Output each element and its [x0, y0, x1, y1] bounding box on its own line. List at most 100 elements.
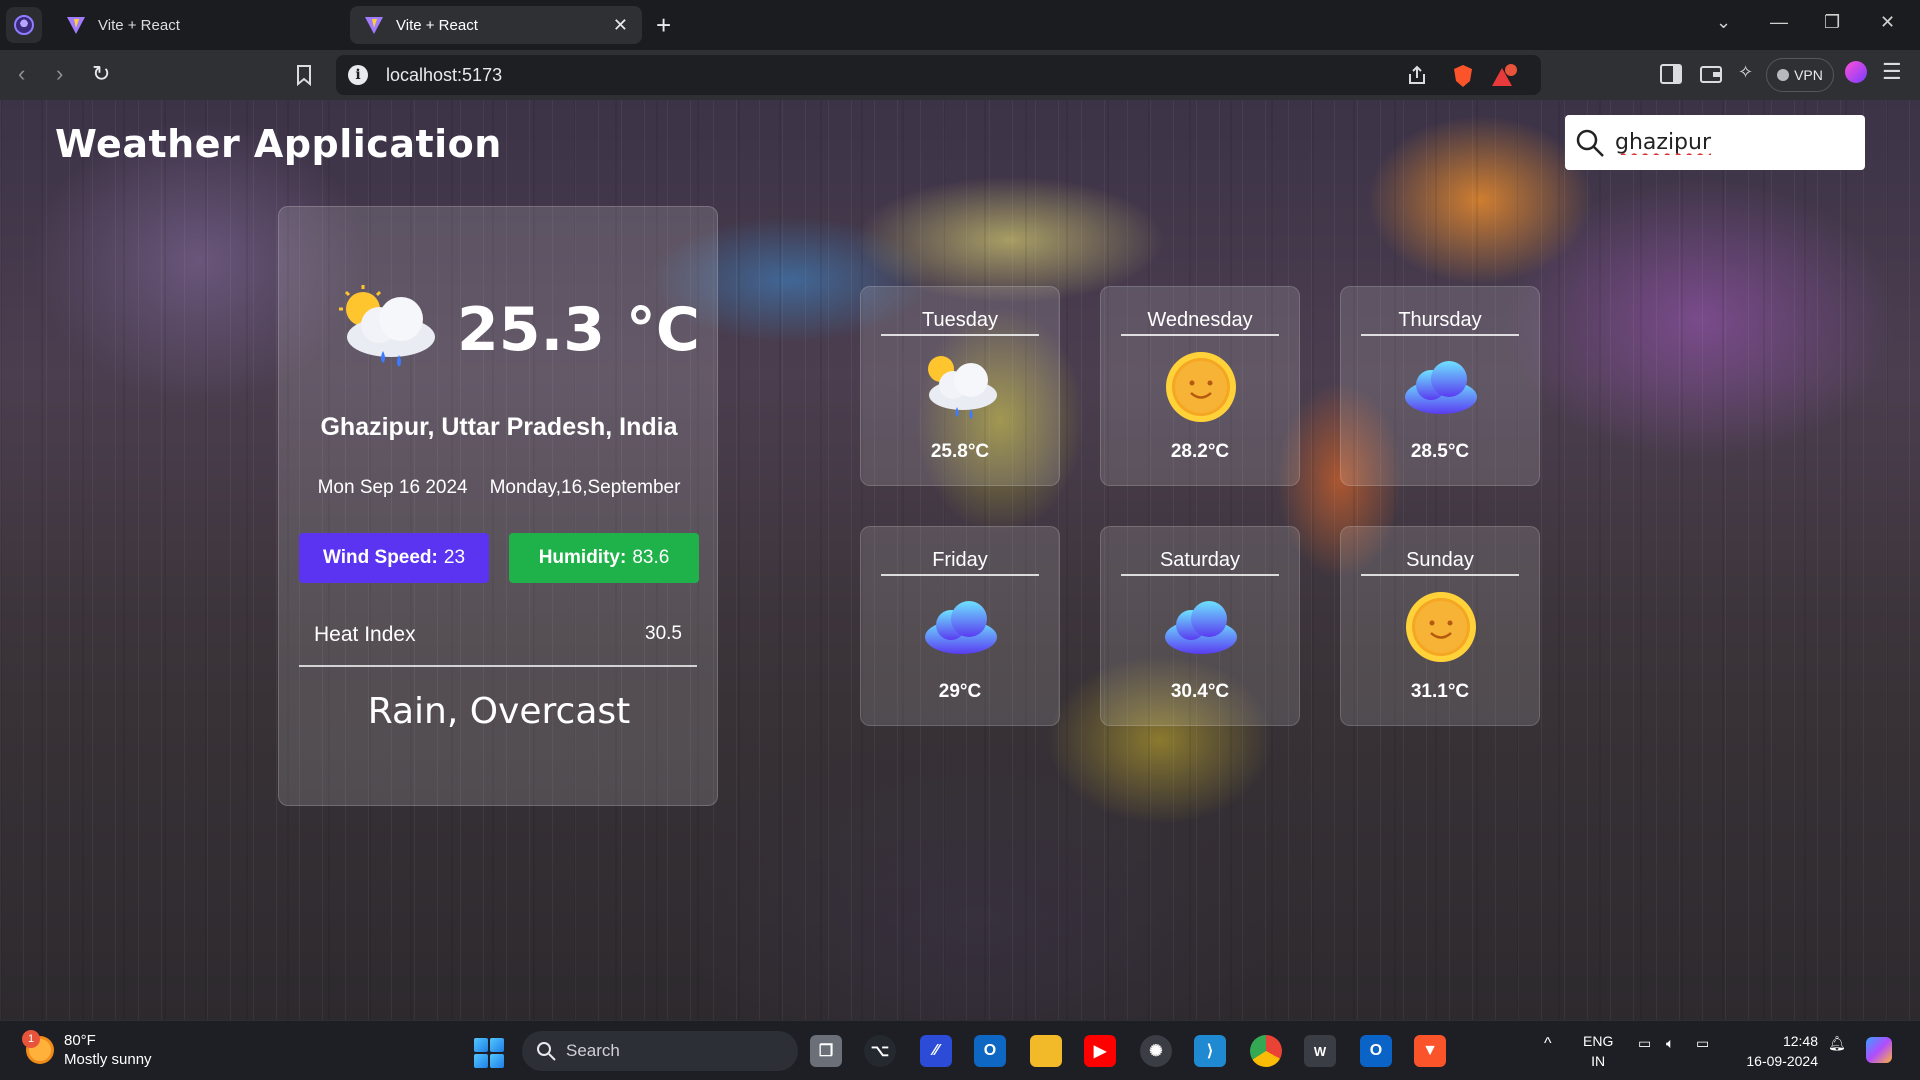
word-icon[interactable]: W	[1304, 1035, 1336, 1067]
volume-icon[interactable]: 🔈︎	[1666, 1035, 1674, 1052]
wind-speed-value: 23	[443, 547, 466, 568]
minimize-button[interactable]: —	[1770, 12, 1788, 33]
sun-cloud-rain-icon	[928, 356, 997, 419]
taskbar-weather-temp: 80°F	[64, 1032, 96, 1049]
brave-rewards-icon[interactable]	[1490, 64, 1518, 88]
forecast-card-tuesday: Tuesday 25.8°C	[860, 286, 1060, 486]
browser-toolbar: ‹ › ↻ i localhost:5173 ✧ VPN ☰	[0, 50, 1920, 100]
wind-speed-label: Wind Speed:	[322, 547, 438, 568]
weather-badge: 1	[22, 1030, 40, 1048]
site-info-icon[interactable]: i	[348, 65, 368, 85]
leo-ai-icon[interactable]: ✧	[1738, 62, 1753, 83]
forecast-card-friday: Friday 29°C	[860, 526, 1060, 726]
chrome-icon[interactable]	[1250, 1035, 1282, 1067]
brave-shields-icon[interactable]	[1452, 64, 1474, 88]
forecast-day: Friday	[881, 549, 1039, 576]
taskbar-weather-desc: Mostly sunny	[64, 1051, 152, 1068]
lang-bottom: IN	[1591, 1053, 1606, 1069]
date-short: Mon Sep 16 2024	[317, 477, 468, 498]
heat-index-value: 30.5	[645, 623, 682, 644]
battery-icon[interactable]: ▭	[1696, 1035, 1709, 1052]
search-icon[interactable]	[1575, 128, 1605, 158]
vpn-button[interactable]: VPN	[1766, 58, 1834, 92]
youtube-icon[interactable]: ▶	[1084, 1035, 1116, 1067]
sun-icon	[1406, 592, 1476, 662]
tab-list-chevron-icon[interactable]: ⌄	[1716, 12, 1731, 33]
windows-start-icon[interactable]	[474, 1038, 504, 1068]
forecast-day: Thursday	[1361, 309, 1519, 336]
vpn-label: VPN	[1794, 67, 1823, 83]
vscode-icon[interactable]: ⟩	[1194, 1035, 1226, 1067]
reload-button[interactable]: ↻	[92, 62, 110, 86]
search-icon	[537, 1042, 556, 1061]
cloud-icon	[1405, 361, 1477, 414]
wind-speed-badge: Wind Speed: 23	[299, 533, 489, 583]
heat-index-label: Heat Index	[314, 623, 416, 646]
humidity-label: Humidity:	[538, 547, 627, 568]
address-bar[interactable]: i localhost:5173	[336, 55, 1541, 95]
city-search-input[interactable]	[1615, 130, 1845, 155]
profile-button[interactable]	[6, 7, 42, 43]
bookmark-icon[interactable]	[296, 64, 312, 86]
vite-favicon-icon	[365, 17, 383, 34]
restore-button[interactable]: ❐	[1824, 12, 1840, 33]
vpn-status-icon	[1777, 69, 1790, 81]
taskbar-weather-widget[interactable]: 1 80°F Mostly sunny	[22, 1030, 152, 1069]
forecast-temp: 29°C	[938, 681, 982, 702]
forecast-temp: 28.2°C	[1170, 441, 1230, 462]
new-tab-button[interactable]: +	[656, 10, 671, 40]
notification-bell-icon[interactable]: 🔔︎	[1828, 1035, 1846, 1052]
profile-avatar-icon	[14, 15, 34, 35]
taskbar-search[interactable]: Search	[522, 1031, 798, 1071]
sun-icon	[1166, 352, 1236, 422]
current-weather-card: 25.3 °C Ghazipur, Uttar Pradesh, India M…	[278, 206, 718, 806]
menu-icon[interactable]: ☰	[1882, 59, 1902, 85]
file-explorer-icon[interactable]	[1030, 1035, 1062, 1067]
brave-browser-icon[interactable]: ▼	[1414, 1035, 1446, 1067]
clock-date: 16-09-2024	[1746, 1053, 1818, 1069]
current-temperature: 25.3 °C	[457, 295, 700, 365]
tab-1[interactable]: Vite + React	[52, 6, 342, 44]
sidebar-toggle-icon[interactable]	[1660, 64, 1682, 84]
chatgpt-icon[interactable]: ✺	[1140, 1035, 1172, 1067]
tab-close-icon[interactable]: ✕	[613, 15, 628, 36]
outlook-new-icon[interactable]: O	[1360, 1035, 1392, 1067]
forecast-day: Saturday	[1121, 549, 1279, 576]
github-icon[interactable]: ⌥	[864, 1035, 896, 1067]
forecast-temp: 30.4°C	[1170, 681, 1230, 702]
weather-condition: Rain, Overcast	[367, 691, 631, 732]
brave-talk-icon[interactable]	[1845, 61, 1867, 83]
task-view-icon[interactable]: ❐	[810, 1035, 842, 1067]
taskbar: 1 80°F Mostly sunny Search ❐ ⌥ ⁄⁄ O ▶ ✺ …	[0, 1020, 1920, 1080]
forecast-temp: 25.8°C	[930, 441, 990, 462]
back-button[interactable]: ‹	[18, 62, 25, 86]
visual-studio-icon[interactable]: ⁄⁄	[920, 1035, 952, 1067]
clock[interactable]: 12:48 16-09-2024	[1738, 1031, 1818, 1071]
forecast-temp: 31.1°C	[1410, 681, 1470, 702]
heat-index-row: Heat Index 30.5	[314, 623, 682, 647]
forward-button[interactable]: ›	[56, 62, 63, 86]
network-icon[interactable]: ▭	[1638, 1035, 1651, 1052]
city-search-box[interactable]	[1565, 115, 1865, 170]
close-window-button[interactable]: ✕	[1880, 12, 1895, 33]
date-long: Monday,16,September	[489, 477, 681, 498]
browser-tab-bar: Vite + React Vite + React ✕ + ⌄ — ❐ ✕	[0, 0, 1920, 50]
clock-time: 12:48	[1782, 1033, 1818, 1049]
forecast-card-wednesday: Wednesday 28.2°C	[1100, 286, 1300, 486]
tab-2[interactable]: Vite + React ✕	[350, 6, 642, 44]
location-label: Ghazipur, Uttar Pradesh, India	[320, 413, 678, 441]
outlook-icon[interactable]: O	[974, 1035, 1006, 1067]
url-text: localhost:5173	[386, 64, 503, 85]
share-icon[interactable]	[1406, 64, 1428, 86]
forecast-day: Tuesday	[881, 309, 1039, 336]
weather-sun-icon: 1	[22, 1030, 54, 1064]
wallet-icon[interactable]	[1700, 64, 1722, 84]
copilot-icon[interactable]	[1866, 1037, 1892, 1063]
tray-overflow-icon[interactable]: ^	[1544, 1035, 1552, 1053]
cloud-icon	[925, 601, 997, 654]
language-indicator[interactable]: ENG IN	[1583, 1031, 1613, 1071]
forecast-day: Sunday	[1361, 549, 1519, 576]
forecast-card-sunday: Sunday 31.1°C	[1340, 526, 1540, 726]
app-title: Weather Application	[55, 122, 502, 166]
current-temp-row: 25.3 °C	[339, 285, 700, 375]
